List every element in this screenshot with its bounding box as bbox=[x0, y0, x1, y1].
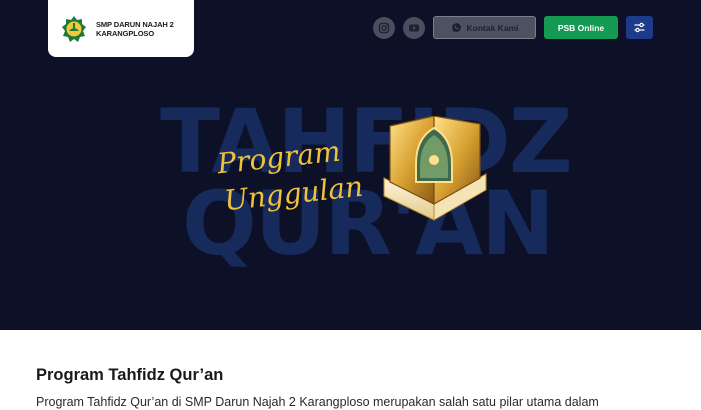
school-emblem-icon bbox=[62, 15, 86, 42]
sliders-icon bbox=[634, 22, 645, 33]
instagram-button[interactable] bbox=[373, 16, 395, 39]
content-section: Program Tahfidz Qur’an Program Tahfidz Q… bbox=[0, 330, 701, 410]
quran-book-icon bbox=[383, 116, 487, 221]
section-text: Program Tahfidz Qur’an di SMP Darun Naja… bbox=[36, 395, 599, 409]
school-name: SMP DARUN NAJAH 2 KARANGPLOSO bbox=[96, 20, 174, 38]
youtube-icon bbox=[409, 24, 419, 31]
psb-online-button[interactable]: PSB Online bbox=[544, 16, 618, 39]
settings-button[interactable] bbox=[626, 16, 653, 39]
section-title: Program Tahfidz Qur’an bbox=[36, 366, 224, 384]
contact-button-label: Kontak Kami bbox=[466, 22, 519, 33]
school-name-line1: SMP DARUN NAJAH 2 bbox=[96, 19, 174, 29]
top-nav: Kontak Kami PSB Online bbox=[373, 16, 653, 39]
contact-button[interactable]: Kontak Kami bbox=[433, 16, 536, 39]
whatsapp-icon bbox=[451, 23, 461, 33]
youtube-button[interactable] bbox=[403, 16, 425, 39]
school-name-line2: KARANGPLOSO bbox=[96, 28, 155, 38]
school-logo-card[interactable]: SMP DARUN NAJAH 2 KARANGPLOSO bbox=[48, 0, 194, 57]
hero-banner: TAHFIDZ QUR'AN Program Unggulan SMP DARU… bbox=[0, 0, 701, 330]
psb-online-label: PSB Online bbox=[557, 22, 605, 33]
instagram-icon bbox=[378, 22, 390, 33]
